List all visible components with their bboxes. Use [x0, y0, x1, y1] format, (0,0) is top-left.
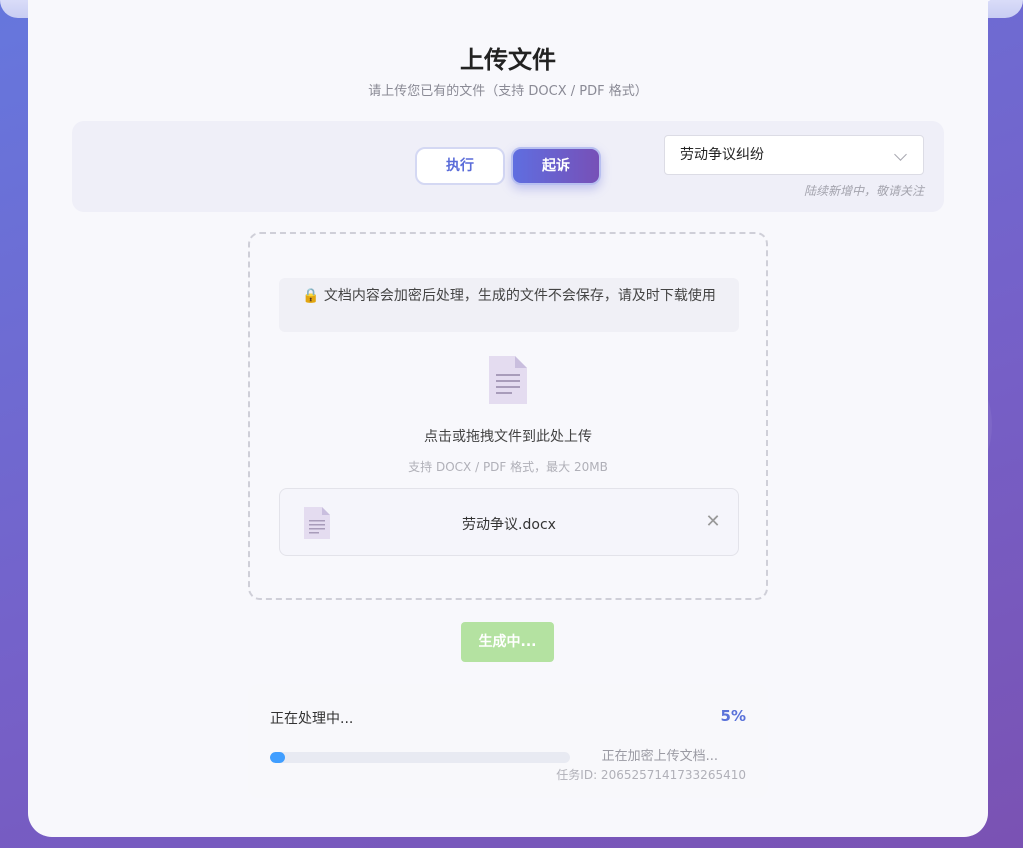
case-type-select-value: 劳动争议纠纷 [680, 147, 764, 163]
case-type-note: 陆续新增中，敬请关注 [803, 184, 924, 198]
document-icon [489, 356, 527, 404]
chevron-down-icon [894, 148, 907, 161]
page-subtitle: 请上传您已有的文件（支持 DOCX / PDF 格式） [368, 84, 648, 99]
generate-button[interactable]: 生成中... [461, 622, 554, 662]
case-type-select[interactable]: 劳动争议纠纷 [664, 135, 924, 175]
task-id: 任务ID: 2065257141733265410 [556, 768, 746, 782]
progress-panel: 正在处理中... 5% 正在加密上传文档... 任务ID: 2065257141… [248, 684, 768, 798]
page-title: 上传文件 [460, 46, 556, 74]
upload-card: 上传文件 请上传您已有的文件（支持 DOCX / PDF 格式） 执行 起诉 劳… [28, 0, 988, 837]
progress-title: 正在处理中... [270, 711, 354, 727]
upload-prompt: 点击或拖拽文件到此处上传 [424, 429, 592, 445]
uploaded-file-name: 劳动争议.docx [462, 517, 556, 533]
progress-bar-fill [270, 752, 285, 763]
exec-mode-button[interactable]: 执行 [415, 147, 505, 185]
progress-bar-track [270, 752, 570, 763]
progress-percent: 5% [720, 707, 746, 725]
upload-dropzone[interactable]: 🔒 文档内容会加密后处理，生成的文件不会保存，请及时下载使用 点击或拖拽文件到此… [248, 232, 768, 600]
upload-hint: 支持 DOCX / PDF 格式，最大 20MB [408, 460, 608, 474]
uploaded-file-item: 劳动争议.docx ✕ [279, 488, 739, 556]
progress-status: 正在加密上传文档... [601, 749, 718, 764]
remove-file-close-icon[interactable]: ✕ [702, 511, 724, 533]
encryption-notice: 🔒 文档内容会加密后处理，生成的文件不会保存，请及时下载使用 [279, 278, 739, 332]
mode-selector-bar: 执行 起诉 劳动争议纠纷 陆续新增中，敬请关注 [72, 121, 944, 212]
sue-mode-button[interactable]: 起诉 [511, 147, 601, 185]
